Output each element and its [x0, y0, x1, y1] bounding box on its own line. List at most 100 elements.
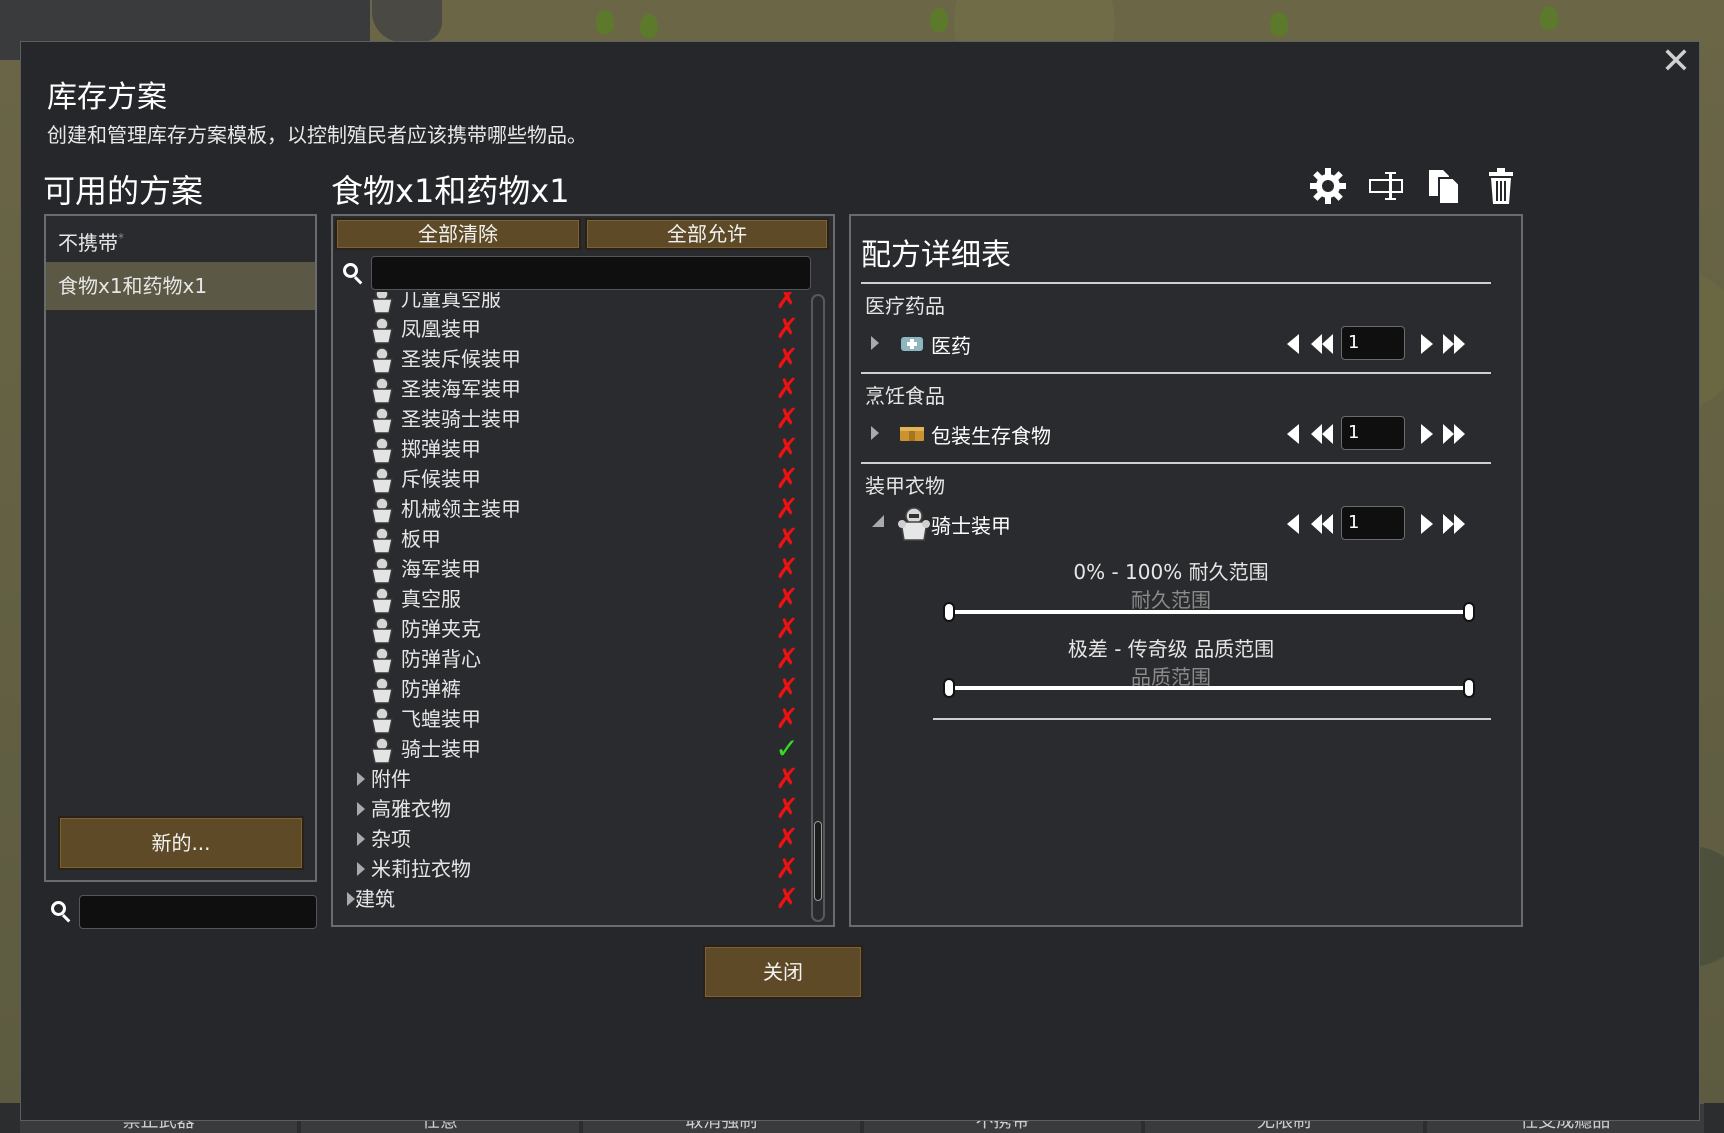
filter-row[interactable]: 飞蝗装甲 ✗	[347, 704, 799, 734]
slider-min-handle[interactable]	[943, 602, 955, 622]
filter-row[interactable]: 圣装骑士装甲 ✗	[347, 404, 799, 434]
filter-scrollbar[interactable]	[811, 294, 825, 922]
disallowed-x-icon[interactable]: ✗	[773, 494, 801, 524]
filter-search-input[interactable]	[371, 256, 811, 290]
disallowed-x-icon[interactable]: ✗	[773, 884, 801, 914]
disallowed-x-icon[interactable]: ✗	[773, 764, 801, 794]
divider	[933, 718, 1491, 720]
filter-row[interactable]: 高雅衣物 ✗	[347, 794, 799, 824]
filter-row[interactable]: 骑士装甲 ✓	[347, 734, 799, 764]
expand-arrow-icon[interactable]	[357, 772, 365, 786]
available-plans-heading: 可用的方案	[43, 172, 204, 210]
filter-row-label: 防弹背心	[401, 647, 481, 671]
decrement-fast-icon[interactable]	[1309, 422, 1335, 446]
increment-icon[interactable]	[1413, 422, 1439, 446]
unsaved-marker: *	[118, 231, 124, 245]
slider-max-handle[interactable]	[1463, 602, 1475, 622]
decrement-icon[interactable]	[1281, 422, 1307, 446]
dialog-description: 创建和管理库存方案模板，以控制殖民者应该携带哪些物品。	[47, 123, 587, 147]
apparel-icon	[371, 407, 393, 434]
decrement-icon[interactable]	[1281, 512, 1307, 536]
disallowed-x-icon[interactable]: ✗	[773, 524, 801, 554]
increment-fast-icon[interactable]	[1441, 512, 1467, 536]
gear-icon[interactable]	[1308, 166, 1348, 206]
disallowed-x-icon[interactable]: ✗	[773, 464, 801, 494]
increment-fast-icon[interactable]	[1441, 422, 1467, 446]
filter-row[interactable]: 附件 ✗	[347, 764, 799, 794]
filter-row[interactable]: 圣装斥候装甲 ✗	[347, 344, 799, 374]
plan-item-selected[interactable]: 食物x1和药物x1	[46, 262, 315, 310]
quantity-input[interactable]: 1	[1341, 506, 1405, 540]
increment-fast-icon[interactable]	[1441, 332, 1467, 356]
plan-item[interactable]: 不携带*	[46, 214, 315, 262]
new-plan-button[interactable]: 新的...	[58, 816, 304, 870]
world-plant	[640, 14, 658, 38]
search-icon	[343, 263, 365, 285]
increment-icon[interactable]	[1413, 512, 1439, 536]
decrement-fast-icon[interactable]	[1309, 512, 1335, 536]
filter-row[interactable]: 米莉拉衣物 ✗	[347, 854, 799, 884]
disallowed-x-icon[interactable]: ✗	[773, 374, 801, 404]
expand-arrow-icon[interactable]	[357, 832, 365, 846]
disallowed-x-icon[interactable]: ✗	[773, 644, 801, 674]
disallowed-x-icon[interactable]: ✗	[773, 674, 801, 704]
trash-icon[interactable]	[1481, 166, 1521, 206]
filter-row[interactable]: 海军装甲 ✗	[347, 554, 799, 584]
filter-row[interactable]: 建筑 ✗	[347, 884, 799, 914]
increment-icon[interactable]	[1413, 332, 1439, 356]
quantity-input[interactable]: 1	[1341, 326, 1405, 360]
expand-arrow-icon[interactable]	[357, 862, 365, 876]
collapse-arrow-icon[interactable]	[871, 514, 885, 528]
filter-row[interactable]: 掷弹装甲 ✗	[347, 434, 799, 464]
decrement-icon[interactable]	[1281, 332, 1307, 356]
quantity-input[interactable]: 1	[1341, 416, 1405, 450]
disallowed-x-icon[interactable]: ✗	[773, 614, 801, 644]
disallowed-x-icon[interactable]: ✗	[773, 794, 801, 824]
expand-arrow-icon[interactable]	[357, 802, 365, 816]
world-plant	[930, 8, 948, 32]
filter-row[interactable]: 杂项 ✗	[347, 824, 799, 854]
filter-row[interactable]: 板甲 ✗	[347, 524, 799, 554]
filter-row[interactable]: 机械领主装甲 ✗	[347, 494, 799, 524]
hp-range-slider[interactable]	[943, 602, 1475, 622]
allow-all-button[interactable]: 全部允许	[585, 218, 829, 250]
filter-row[interactable]: 斥候装甲 ✗	[347, 464, 799, 494]
filter-row-label: 凤凰装甲	[401, 317, 481, 341]
close-button[interactable]: 关闭	[703, 945, 863, 999]
disallowed-x-icon[interactable]: ✗	[773, 434, 801, 464]
copy-icon[interactable]	[1425, 166, 1465, 206]
divider	[861, 462, 1491, 464]
disallowed-x-icon[interactable]: ✗	[773, 344, 801, 374]
disallowed-x-icon[interactable]: ✗	[773, 554, 801, 584]
allowed-check-icon[interactable]: ✓	[773, 734, 801, 764]
decrement-fast-icon[interactable]	[1309, 332, 1335, 356]
disallowed-x-icon[interactable]: ✗	[773, 314, 801, 344]
scrollbar-thumb[interactable]	[814, 821, 822, 901]
filter-row[interactable]: 防弹背心 ✗	[347, 644, 799, 674]
disallowed-x-icon[interactable]: ✗	[773, 854, 801, 884]
expand-arrow-icon[interactable]	[871, 336, 879, 350]
slider-min-handle[interactable]	[943, 678, 955, 698]
disallowed-x-icon[interactable]: ✗	[773, 704, 801, 734]
expand-arrow-icon[interactable]	[871, 426, 879, 440]
disallowed-x-icon[interactable]: ✗	[773, 292, 801, 314]
filter-row[interactable]: 防弹夹克 ✗	[347, 614, 799, 644]
apparel-icon	[371, 347, 393, 374]
filter-row[interactable]: 儿童真空服 ✗	[347, 292, 799, 314]
slider-max-handle[interactable]	[1463, 678, 1475, 698]
filter-row[interactable]: 凤凰装甲 ✗	[347, 314, 799, 344]
filter-row[interactable]: 防弹裤 ✗	[347, 674, 799, 704]
rename-icon[interactable]	[1367, 166, 1407, 206]
expand-arrow-icon[interactable]	[347, 892, 355, 906]
filter-row-label: 防弹夹克	[401, 617, 481, 641]
disallowed-x-icon[interactable]: ✗	[773, 824, 801, 854]
plan-search-input[interactable]	[79, 895, 317, 929]
dialog-title: 库存方案	[47, 80, 167, 115]
disallowed-x-icon[interactable]: ✗	[773, 404, 801, 434]
filter-row[interactable]: 圣装海军装甲 ✗	[347, 374, 799, 404]
clear-all-button[interactable]: 全部清除	[335, 218, 581, 250]
filter-row[interactable]: 真空服 ✗	[347, 584, 799, 614]
quality-range-slider[interactable]	[943, 678, 1475, 698]
close-icon[interactable]: ✕	[1659, 44, 1693, 80]
disallowed-x-icon[interactable]: ✗	[773, 584, 801, 614]
